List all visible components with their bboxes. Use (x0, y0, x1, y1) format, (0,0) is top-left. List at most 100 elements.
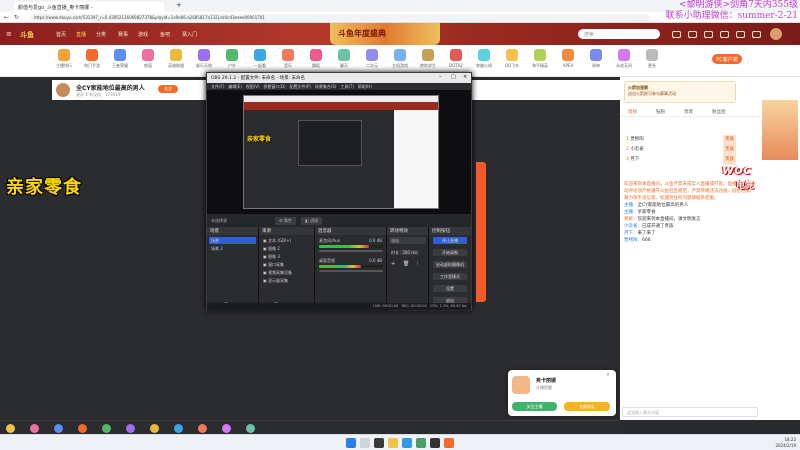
url-field[interactable]: https://www.douyu.com/531397_r=0.4395211… (30, 14, 650, 21)
gift-icon[interactable] (102, 424, 111, 433)
cat-item[interactable]: 英雄联盟 (164, 49, 188, 69)
close-icon[interactable]: × (606, 372, 610, 378)
side-ad[interactable] (762, 100, 798, 160)
history-icon[interactable] (672, 31, 681, 38)
maximize-icon[interactable]: □ (451, 74, 456, 80)
source-item[interactable]: ▣ 窗口采集 (261, 261, 312, 268)
obs-menu-docks[interactable]: 停靠窗口(D) (263, 84, 285, 89)
edge-icon[interactable] (402, 438, 412, 448)
nav-item-start[interactable]: 猜入门 (182, 31, 197, 38)
menu-icon[interactable]: ≡ (6, 30, 12, 38)
send-gift-button[interactable]: 立即送礼 (564, 402, 610, 411)
new-tab-icon[interactable]: + (176, 1, 182, 9)
start-record-button[interactable]: 开始录制 (433, 249, 467, 256)
obs-menu-tools[interactable]: 工具(T) (340, 84, 354, 89)
rank-row[interactable]: 1 贾熙阳 贵族 (626, 135, 736, 145)
promo-card[interactable]: 火箭加速赛 送出火箭即可参与赛事活动 (624, 81, 736, 103)
more-icon[interactable]: ⋮ (415, 261, 420, 267)
bell-icon[interactable] (752, 31, 761, 38)
cat-item[interactable]: 颜值 (136, 49, 160, 69)
side-orange-tab[interactable] (476, 162, 486, 302)
nav-item-yuba[interactable]: 鱼吧 (160, 31, 170, 38)
cat-item[interactable]: 绝地求生 (416, 49, 440, 69)
gift-icon[interactable] (150, 424, 159, 433)
minimize-icon[interactable]: – (439, 74, 442, 80)
cat-item[interactable]: 舞蹈 (304, 49, 328, 69)
user-avatar[interactable] (770, 28, 782, 40)
filters-button[interactable]: ◧ 滤镜 (301, 217, 323, 225)
gift-icon[interactable] (30, 424, 39, 433)
chrome-icon[interactable] (416, 438, 426, 448)
event-banner[interactable]: 斗鱼年度盛典 (330, 23, 440, 45)
cat-item[interactable]: 娱乐天地 (192, 49, 216, 69)
obs-menu-edit[interactable]: 编辑(E) (228, 84, 242, 89)
virtual-camera-button[interactable]: 启动虚拟摄像机 (433, 261, 467, 268)
settings-button[interactable]: 设置 (433, 285, 467, 292)
browser-tab[interactable]: 颜值与爱go_斗鱼直播_奥卡丽娜 - (14, 2, 164, 12)
tab-diamond[interactable]: 钻粉 (656, 109, 665, 115)
windows-start-icon[interactable] (346, 438, 356, 448)
search-icon[interactable] (360, 438, 370, 448)
source-item[interactable]: ▣ 图像 2 (261, 245, 312, 252)
explorer-icon[interactable] (388, 438, 398, 448)
gift-icon[interactable] (6, 424, 15, 433)
cat-item[interactable]: 永劫无间 (612, 49, 636, 69)
nav-item-live[interactable]: 直播 (76, 31, 86, 38)
mic-volume-slider[interactable] (319, 250, 383, 252)
cat-item[interactable]: 聊天 (332, 49, 356, 69)
close-icon[interactable]: × (463, 74, 467, 80)
obs-menu-file[interactable]: 文件(F) (211, 84, 224, 89)
scene-item[interactable]: 场景 (209, 237, 256, 244)
obs-menu-scenes[interactable]: 场景集合(S) (315, 84, 337, 89)
add-icon[interactable]: + (391, 261, 395, 267)
download-icon[interactable] (704, 31, 713, 38)
cat-item[interactable]: 穿越火线 (472, 49, 496, 69)
taskview-icon[interactable] (374, 438, 384, 448)
gift-icon[interactable] (78, 424, 87, 433)
source-item[interactable]: ▣ 文本 (GDI+) (261, 237, 312, 244)
gift-icon[interactable] (222, 424, 231, 433)
obs-menu-view[interactable]: 视图(V) (246, 84, 260, 89)
source-item[interactable]: ▣ 视频采集设备 (261, 269, 312, 276)
pc-client-button[interactable]: PC客户端 (712, 54, 742, 64)
rank-row[interactable]: 2 小云雀 贵族 (626, 145, 736, 155)
properties-button[interactable]: ⚙ 属性 (275, 217, 296, 225)
cat-item[interactable]: QQ飞车 (500, 49, 524, 69)
douyu-icon[interactable] (444, 438, 454, 448)
cat-item[interactable]: 一起看 (248, 49, 272, 69)
tab-weekly[interactable]: 周榜 (628, 109, 637, 115)
cat-item[interactable]: 户外 (220, 49, 244, 69)
reload-icon[interactable]: ↻ (14, 14, 19, 21)
chat-input[interactable]: 这里输入聊天内容 (622, 407, 758, 417)
cat-item[interactable]: 和平精英 (528, 49, 552, 69)
cat-more[interactable]: 更多 (640, 49, 664, 69)
obs-menu-profile[interactable]: 配置文件(P) (289, 84, 311, 89)
source-item[interactable]: ▣ 显示器采集 (261, 277, 312, 284)
gift-icon[interactable] (54, 424, 63, 433)
site-logo[interactable]: 斗鱼 (20, 30, 34, 40)
gift-icon[interactable] (198, 424, 207, 433)
scene-item[interactable]: 场景 2 (209, 245, 256, 252)
message-icon[interactable] (736, 31, 745, 38)
duration-input[interactable]: 300 ms (400, 250, 420, 255)
nav-item-category[interactable]: 分类 (96, 31, 106, 38)
tab-fans[interactable]: 粉丝团 (712, 109, 726, 115)
obs-preview[interactable]: 亲家零食 (207, 90, 471, 214)
follow-button[interactable]: 关注 (158, 85, 178, 93)
cat-item[interactable]: 二次元 (360, 49, 384, 69)
trash-icon[interactable]: 🗑 (403, 261, 409, 267)
nav-item-home[interactable]: 首页 (56, 31, 66, 38)
cat-item[interactable]: 热门手游 (80, 49, 104, 69)
stop-stream-button[interactable]: 停止直播 (433, 237, 467, 244)
nav-item-game[interactable]: 游戏 (138, 31, 148, 38)
studio-mode-button[interactable]: 工作室模式 (433, 273, 467, 280)
nav-item-match[interactable]: 赛事 (118, 31, 128, 38)
cat-item[interactable]: 主机游戏 (388, 49, 412, 69)
cat-item[interactable]: DOTA2 (444, 49, 468, 68)
tab-vip[interactable]: 贵宾 (684, 109, 693, 115)
obs-icon[interactable] (430, 438, 440, 448)
source-item[interactable]: ▣ 图像 3 (261, 253, 312, 260)
gift-icon[interactable] (246, 424, 255, 433)
desktop-volume-slider[interactable] (319, 270, 383, 272)
system-clock[interactable]: 18:22 2024/2/19 (775, 437, 796, 449)
